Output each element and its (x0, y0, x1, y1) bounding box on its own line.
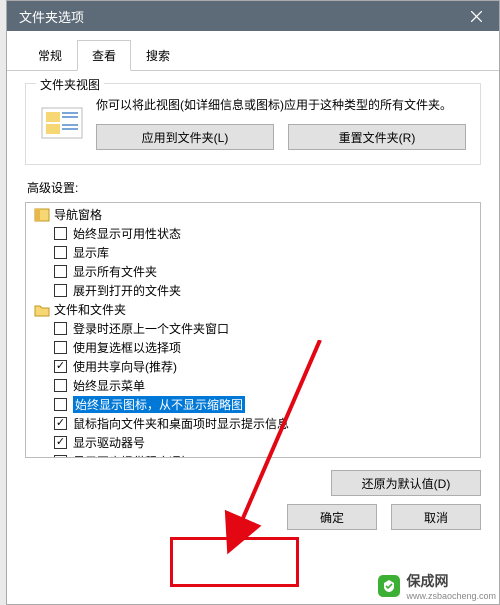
ok-button[interactable]: 确定 (287, 504, 377, 530)
tree-option[interactable]: 登录时还原上一个文件夹窗口 (26, 319, 480, 338)
title: 文件夹选项 (19, 7, 453, 26)
titlebar: 文件夹选项 (7, 1, 499, 31)
tree-option[interactable]: 显示库 (26, 243, 480, 262)
tree-option[interactable]: 鼠标指向文件夹和桌面项时显示提示信息 (26, 414, 480, 433)
dialog-window: 文件夹选项 常规 查看 搜索 文件夹视图 你可以 (6, 0, 500, 605)
tree-option[interactable]: 显示驱动器号 (26, 433, 480, 452)
checkbox-icon[interactable] (54, 265, 67, 278)
watermark-site: 保成网 (406, 571, 496, 591)
close-icon (471, 11, 482, 22)
tree-option[interactable]: 使用复选框以选择项 (26, 338, 480, 357)
checkbox-icon[interactable] (54, 341, 67, 354)
folder-view-group: 文件夹视图 你可以将此视图(如详细信息或图标)应用于这种类型的所有文件夹。 应用… (25, 83, 481, 165)
checkbox-icon[interactable] (54, 398, 67, 411)
checkbox-icon[interactable] (54, 360, 67, 373)
checkbox-icon[interactable] (54, 322, 67, 335)
tree-category-files: 文件和文件夹 (26, 300, 480, 319)
checkbox-icon[interactable] (54, 455, 67, 458)
tree-option[interactable]: 始终显示可用性状态 (26, 224, 480, 243)
watermark-url: www.zsbaocheng.com (406, 591, 496, 601)
apply-to-folders-button[interactable]: 应用到文件夹(L) (96, 124, 274, 150)
folder-view-icon (40, 102, 84, 142)
footer-buttons: 确定 取消 (25, 496, 481, 540)
nav-pane-icon (34, 207, 50, 223)
files-folders-icon (34, 302, 50, 318)
watermark-logo-icon (378, 575, 400, 597)
tree-option[interactable]: 显示所有文件夹 (26, 262, 480, 281)
checkbox-icon[interactable] (54, 417, 67, 430)
tree-option[interactable]: 展开到打开的文件夹 (26, 281, 480, 300)
advanced-label: 高级设置: (27, 179, 481, 196)
tree-option[interactable]: 使用共享向导(推荐) (26, 357, 480, 376)
group-label: 文件夹视图 (36, 76, 104, 93)
restore-defaults-button[interactable]: 还原为默认值(D) (331, 470, 481, 496)
close-button[interactable] (453, 1, 499, 31)
watermark: 保成网 www.zsbaocheng.com (378, 571, 496, 601)
tree-category-nav: 导航窗格 (26, 205, 480, 224)
content: 文件夹视图 你可以将此视图(如详细信息或图标)应用于这种类型的所有文件夹。 应用… (7, 71, 499, 604)
checkbox-icon[interactable] (54, 227, 67, 240)
cancel-button[interactable]: 取消 (391, 504, 481, 530)
reset-folders-button[interactable]: 重置文件夹(R) (288, 124, 466, 150)
checkbox-icon[interactable] (54, 379, 67, 392)
tree-option-selected[interactable]: 始终显示图标，从不显示缩略图 (26, 395, 480, 414)
tree-option[interactable]: 始终显示菜单 (26, 376, 480, 395)
checkbox-icon[interactable] (54, 284, 67, 297)
tab-view[interactable]: 查看 (77, 40, 131, 71)
checkbox-icon[interactable] (54, 246, 67, 259)
advanced-settings-tree[interactable]: 导航窗格 始终显示可用性状态 显示库 显示所有文件夹 展开到打开的文件夹 文件和… (25, 202, 481, 458)
tab-general[interactable]: 常规 (23, 40, 77, 71)
tab-search[interactable]: 搜索 (131, 40, 185, 71)
checkbox-icon[interactable] (54, 436, 67, 449)
group-desc: 你可以将此视图(如详细信息或图标)应用于这种类型的所有文件夹。 (96, 96, 466, 114)
tree-option[interactable]: 显示同步提供程序通知 (26, 452, 480, 458)
tab-row: 常规 查看 搜索 (7, 31, 499, 71)
